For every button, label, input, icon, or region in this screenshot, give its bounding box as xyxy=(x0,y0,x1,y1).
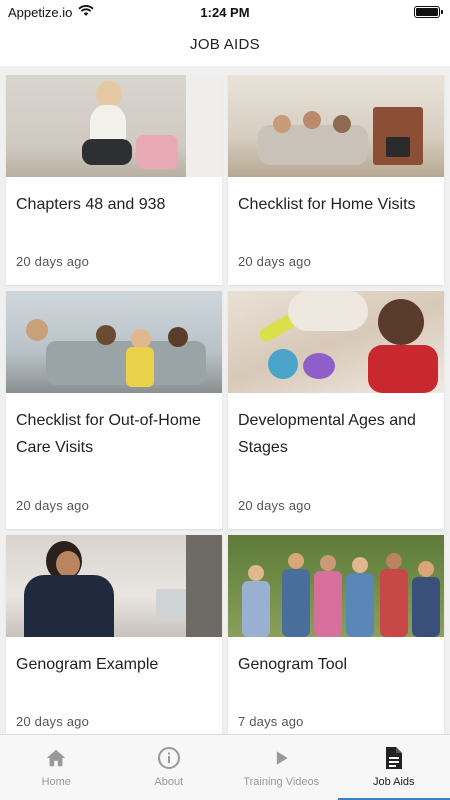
tab-job-aids[interactable]: Job Aids xyxy=(337,735,450,800)
card-date: 20 days ago xyxy=(238,254,312,269)
card-developmental-ages[interactable]: Developmental Ages and Stages 20 days ag… xyxy=(228,291,444,529)
card-chapters-48-938[interactable]: Chapters 48 and 938 20 days ago xyxy=(6,75,222,285)
card-genogram-example[interactable]: Genogram Example 20 days ago xyxy=(6,535,222,734)
tab-bar: Home About Training Videos Job Aids xyxy=(0,734,450,800)
card-grid: Chapters 48 and 938 20 days ago Checklis… xyxy=(6,75,444,734)
card-checklist-out-of-home[interactable]: Checklist for Out-of-Home Care Visits 20… xyxy=(6,291,222,529)
tab-label: Training Videos xyxy=(243,776,320,788)
tab-label: Job Aids xyxy=(372,776,415,788)
card-title: Genogram Example xyxy=(16,656,159,673)
card-title: Chapters 48 and 938 xyxy=(16,196,166,213)
card-title: Developmental Ages and Stages xyxy=(238,412,416,456)
carrier-label: Appetize.io xyxy=(8,4,73,20)
card-image xyxy=(6,291,222,393)
card-date: 20 days ago xyxy=(238,498,312,513)
card-title: Genogram Tool xyxy=(238,656,348,673)
card-image xyxy=(228,535,444,637)
document-icon xyxy=(382,746,406,770)
page-title: JOB AIDS xyxy=(0,24,450,64)
job-aids-list[interactable]: Chapters 48 and 938 20 days ago Checklis… xyxy=(0,66,450,734)
card-title: Checklist for Out-of-Home Care Visits xyxy=(16,412,201,456)
status-bar: Appetize.io 1:24 PM xyxy=(0,0,450,24)
card-title: Checklist for Home Visits xyxy=(238,196,416,213)
card-date: 20 days ago xyxy=(16,714,90,729)
card-checklist-home-visits[interactable]: Checklist for Home Visits 20 days ago xyxy=(228,75,444,285)
card-date: 7 days ago xyxy=(238,714,304,729)
battery-icon xyxy=(414,6,443,18)
tab-label: About xyxy=(154,776,184,788)
tab-about[interactable]: About xyxy=(113,735,226,800)
tab-home[interactable]: Home xyxy=(0,735,113,800)
card-image xyxy=(228,75,444,177)
status-left: Appetize.io xyxy=(8,5,94,20)
card-image xyxy=(6,535,222,637)
play-icon xyxy=(269,746,293,770)
wifi-icon xyxy=(78,4,94,20)
card-genogram-tool[interactable]: Genogram Tool 7 days ago xyxy=(228,535,444,734)
card-image xyxy=(6,75,222,177)
tab-label: Home xyxy=(41,776,71,788)
info-icon xyxy=(157,746,181,770)
card-date: 20 days ago xyxy=(16,498,90,513)
card-image xyxy=(228,291,444,393)
tab-training-videos[interactable]: Training Videos xyxy=(225,735,338,800)
home-icon xyxy=(44,746,68,770)
card-date: 20 days ago xyxy=(16,254,90,269)
